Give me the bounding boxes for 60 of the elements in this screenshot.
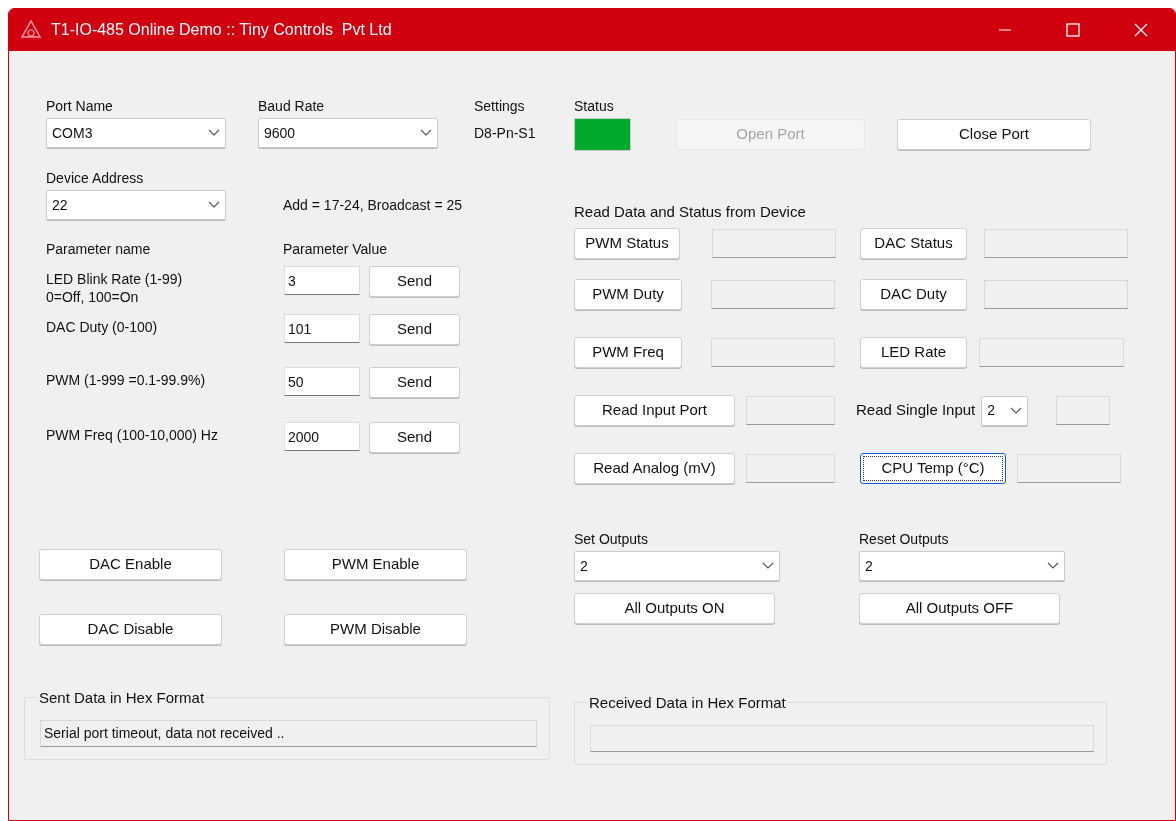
- field-label: Port Name: [46, 97, 114, 116]
- field-label: Status: [574, 97, 615, 116]
- button[interactable]: PWM Freq: [574, 337, 682, 368]
- caret-icon: [208, 129, 220, 137]
- caret-icon: [420, 129, 432, 137]
- field-label: Read Single Input: [856, 400, 976, 421]
- output-field: Serial port timeout, data not received ..: [40, 720, 537, 747]
- dropdown[interactable]: 2: [981, 395, 1029, 426]
- button[interactable]: DAC Duty: [860, 279, 967, 310]
- button[interactable]: Read Input Port: [574, 395, 735, 426]
- button[interactable]: DAC Enable: [39, 549, 222, 580]
- button[interactable]: PWM Disable: [284, 614, 467, 645]
- button[interactable]: All Outputs OFF: [859, 593, 1060, 624]
- column-heading: Parameter Value: [283, 239, 387, 259]
- button[interactable]: All Outputs ON: [574, 593, 775, 624]
- settings-value: D8-Pn-S1: [474, 123, 536, 143]
- caret-icon: [762, 562, 774, 570]
- field-label: Reset Outputs: [859, 530, 950, 549]
- section-title: Read Data and Status from Device: [574, 202, 807, 222]
- close-icon: [1134, 23, 1148, 37]
- field-label: Set Outputs: [574, 530, 649, 549]
- column-heading: Parameter name: [46, 239, 152, 259]
- button[interactable]: PWM Duty: [574, 279, 682, 310]
- caret-icon: [1010, 406, 1023, 415]
- button[interactable]: Close Port: [897, 119, 1091, 150]
- button[interactable]: Read Analog (mV): [574, 453, 735, 484]
- app-logo-icon: [20, 19, 42, 41]
- button[interactable]: DAC Status: [860, 228, 967, 259]
- dropdown[interactable]: 2: [859, 551, 1065, 581]
- button[interactable]: Send: [369, 314, 460, 345]
- parameter-name: LED Blink Rate (1-99): [46, 270, 184, 288]
- parameter-name: PWM (1-999 =0.1-99.9%): [46, 371, 207, 389]
- dropdown[interactable]: 9600: [258, 118, 438, 148]
- caret-icon: [208, 201, 220, 209]
- maximize-icon: [1066, 23, 1080, 37]
- parameter-note: 0=Off, 100=On: [46, 288, 140, 306]
- input-field[interactable]: 101: [284, 314, 360, 343]
- dropdown[interactable]: COM3: [46, 118, 226, 148]
- button[interactable]: LED Rate: [860, 337, 967, 368]
- field-label: Settings: [474, 97, 526, 116]
- button[interactable]: CPU Temp (°C): [860, 453, 1006, 484]
- button[interactable]: Send: [369, 422, 460, 453]
- button[interactable]: PWM Status: [574, 228, 680, 259]
- address-hint: Add = 17-24, Broadcast = 25: [283, 195, 462, 215]
- input-field[interactable]: 50: [284, 367, 360, 396]
- button[interactable]: Send: [369, 367, 460, 398]
- input-field[interactable]: 2000: [284, 422, 360, 451]
- parameter-name: DAC Duty (0-100): [46, 318, 159, 336]
- button[interactable]: PWM Enable: [284, 549, 467, 580]
- dropdown[interactable]: 2: [574, 551, 780, 581]
- button[interactable]: DAC Disable: [39, 614, 222, 645]
- output-field: [1056, 396, 1111, 425]
- caret-icon: [1047, 562, 1059, 570]
- field-label: Baud Rate: [258, 97, 326, 116]
- dropdown[interactable]: 22: [46, 190, 226, 220]
- input-field[interactable]: 3: [284, 266, 360, 295]
- parameter-name: PWM Freq (100-10,000) Hz: [46, 426, 219, 444]
- button[interactable]: Send: [369, 266, 460, 297]
- field-label: Device Address: [46, 169, 145, 188]
- window-title: T1-IO-485 Online Demo :: Tiny Controls Pvt Ltd: [51, 20, 392, 40]
